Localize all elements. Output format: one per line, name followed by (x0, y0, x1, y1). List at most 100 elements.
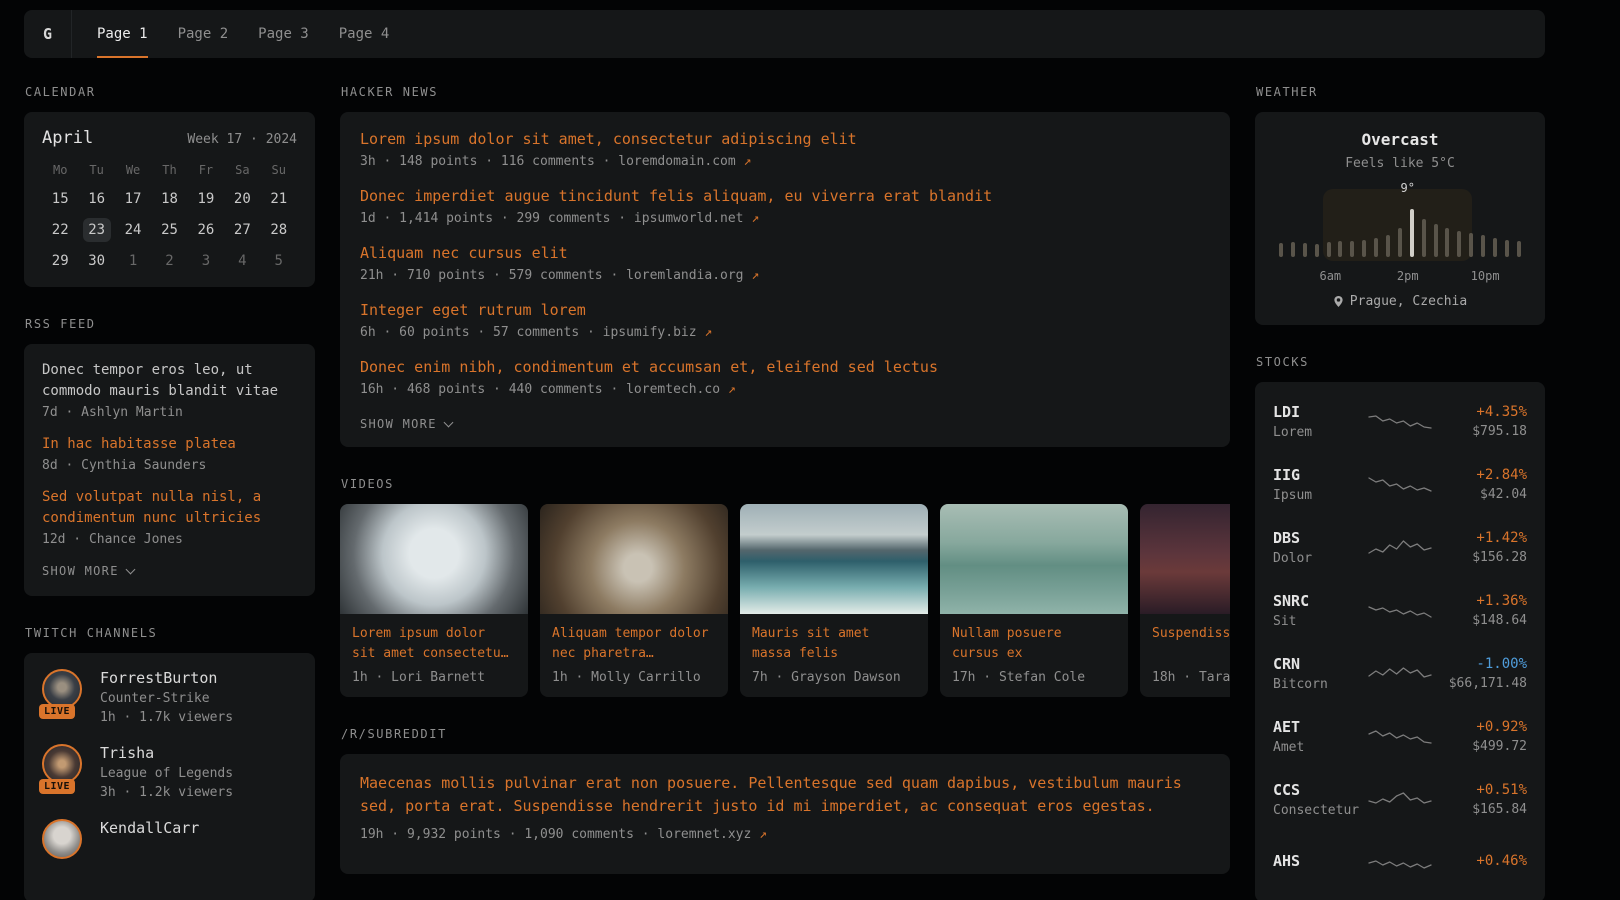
stock-sparkline (1367, 787, 1433, 813)
weather-feels-like: Feels like 5°C (1271, 156, 1529, 171)
hn-meta-text: 6h · 60 points · 57 comments · ipsumify.… (360, 325, 697, 340)
channel-avatar (42, 669, 82, 709)
weather-bar (1303, 243, 1307, 257)
stock-change: +1.36% (1433, 593, 1527, 609)
hn-show-more-button[interactable]: SHOW MORE (360, 417, 1210, 431)
stock-values: +2.84% $42.04 (1433, 467, 1527, 502)
weather-bar (1481, 235, 1485, 257)
video-title: Suspendisse diam (1152, 624, 1230, 664)
live-badge: LIVE (39, 779, 75, 794)
tab-page-4[interactable]: Page 4 (324, 10, 405, 58)
external-link-icon[interactable]: ↗ (759, 827, 767, 842)
stock-symbol: IIG (1273, 466, 1367, 484)
weather-bar (1386, 235, 1390, 257)
tab-page-1[interactable]: Page 1 (82, 10, 163, 58)
calendar-day-next-month: 3 (188, 249, 224, 273)
calendar-day: 30 (78, 249, 114, 273)
stock-sparkline (1367, 850, 1433, 876)
hn-item-link[interactable]: Lorem ipsum dolor sit amet, consectetur … (360, 130, 1210, 148)
video-card-body: Suspendisse diam 18h · Tara (1140, 614, 1230, 697)
channel-info: KendallCarr (100, 819, 199, 867)
hn-item: Integer eget rutrum lorem 6h · 60 points… (360, 301, 1210, 340)
middle-column: HACKER NEWS Lorem ipsum dolor sit amet, … (340, 85, 1230, 900)
hn-item-link[interactable]: Donec enim nibh, condimentum et accumsan… (360, 358, 1210, 376)
external-link-icon[interactable]: ↗ (744, 154, 752, 169)
calendar-day-next-month: 1 (115, 249, 151, 273)
stock-change: +0.92% (1433, 719, 1527, 735)
hn-item-link[interactable]: Aliquam nec cursus elit (360, 244, 1210, 262)
video-thumbnail (1140, 504, 1230, 614)
rss-show-more-button[interactable]: SHOW MORE (42, 564, 297, 578)
video-card[interactable]: Lorem ipsum dolor sit amet consectetu… 1… (340, 504, 528, 697)
channel-name: Trisha (100, 744, 233, 762)
stock-row: CRN Bitcorn -1.00% $66,171.48 (1273, 642, 1527, 705)
external-link-icon[interactable]: ↗ (704, 325, 712, 340)
stock-values: +0.46% (1433, 853, 1527, 873)
rss-item-link[interactable]: Sed volutpat nulla nisl, a condimentum n… (42, 487, 297, 529)
weather-bar (1315, 244, 1319, 257)
video-card[interactable]: Suspendisse diam 18h · Tara (1140, 504, 1230, 697)
hn-item-link[interactable]: Integer eget rutrum lorem (360, 301, 1210, 319)
twitch-channel-row[interactable]: LIVE ForrestBurton Counter-Strike 1h · 1… (42, 669, 297, 725)
subreddit-post-link[interactable]: Maecenas mollis pulvinar erat non posuer… (360, 772, 1210, 818)
stock-sparkline (1367, 535, 1433, 561)
rss-item: Donec tempor eros leo, ut commodo mauris… (42, 360, 297, 420)
video-card[interactable]: Aliquam tempor dolor nec pharetra… 1h · … (540, 504, 728, 697)
weather-bar (1327, 242, 1331, 257)
weather-bar (1362, 240, 1366, 257)
hn-item-link[interactable]: Donec imperdiet augue tincidunt felis al… (360, 187, 1210, 205)
video-card[interactable]: Nullam posuere cursus ex 17h · Stefan Co… (940, 504, 1128, 697)
dashboard-columns: CALENDAR April Week 17 · 2024 Mo Tu We (24, 85, 1545, 900)
video-title: Nullam posuere cursus ex (952, 624, 1116, 664)
weather-bar (1374, 238, 1378, 257)
videos-scroller[interactable]: Lorem ipsum dolor sit amet consectetu… 1… (340, 504, 1230, 697)
chevron-down-icon (443, 417, 453, 427)
app-logo[interactable]: G (24, 10, 72, 58)
rss-item-link[interactable]: Donec tempor eros leo, ut commodo mauris… (42, 360, 297, 402)
calendar-week: Week 17 (187, 132, 242, 147)
external-link-icon[interactable]: ↗ (751, 211, 759, 226)
channel-avatar (42, 744, 82, 784)
calendar-day: 24 (115, 218, 151, 242)
stock-row: CCS Consectetur +0.51% $165.84 (1273, 768, 1527, 831)
calendar-day: 16 (78, 187, 114, 211)
video-card[interactable]: Mauris sit amet massa felis 7h · Grayson… (740, 504, 928, 697)
video-meta: 1h · Lori Barnett (352, 670, 516, 685)
calendar-day-next-month: 4 (224, 249, 260, 273)
calendar-day-selected: 23 (83, 218, 111, 242)
rss-item-link[interactable]: In hac habitasse platea (42, 434, 297, 455)
day-header: Fr (188, 163, 224, 180)
weather-bar (1350, 241, 1354, 257)
stock-symbol: DBS (1273, 529, 1367, 547)
subreddit-meta-text: 19h · 9,932 points · 1,090 comments · lo… (360, 827, 751, 842)
calendar-day: 26 (188, 218, 224, 242)
external-link-icon[interactable]: ↗ (751, 268, 759, 283)
stock-row: DBS Dolor +1.42% $156.28 (1273, 516, 1527, 579)
video-thumbnail (540, 504, 728, 614)
weather-section-title: WEATHER (1256, 85, 1545, 99)
stock-row: AET Amet +0.92% $499.72 (1273, 705, 1527, 768)
tab-page-3[interactable]: Page 3 (243, 10, 324, 58)
stock-values: +0.92% $499.72 (1433, 719, 1527, 754)
twitch-channel-row[interactable]: LIVE Trisha League of Legends 3h · 1.2k … (42, 744, 297, 800)
channel-info: Trisha League of Legends 3h · 1.2k viewe… (100, 744, 233, 800)
rss-item-meta: 12d · Chance Jones (42, 532, 297, 547)
stock-row: AHS +0.46% (1273, 831, 1527, 894)
stock-price: $66,171.48 (1433, 676, 1527, 691)
twitch-channel-row[interactable]: KendallCarr (42, 819, 297, 867)
left-column: CALENDAR April Week 17 · 2024 Mo Tu We (24, 85, 315, 900)
hn-item: Donec imperdiet augue tincidunt felis al… (360, 187, 1210, 226)
channel-avatar-wrap: LIVE (42, 669, 86, 717)
hn-meta-text: 16h · 468 points · 440 comments · loremt… (360, 382, 720, 397)
stock-name: Ipsum (1273, 488, 1367, 503)
hn-item-meta: 16h · 468 points · 440 comments · loremt… (360, 382, 1210, 397)
channel-meta: 1h · 1.7k viewers (100, 710, 233, 725)
show-more-label: SHOW MORE (360, 417, 437, 431)
external-link-icon[interactable]: ↗ (728, 382, 736, 397)
stock-price: $499.72 (1433, 739, 1527, 754)
tab-page-2[interactable]: Page 2 (163, 10, 244, 58)
weather-bar (1291, 242, 1295, 257)
video-card-body: Nullam posuere cursus ex 17h · Stefan Co… (940, 614, 1128, 697)
stock-sparkline (1367, 661, 1433, 687)
top-navigation-bar: G Page 1 Page 2 Page 3 Page 4 (24, 10, 1545, 58)
